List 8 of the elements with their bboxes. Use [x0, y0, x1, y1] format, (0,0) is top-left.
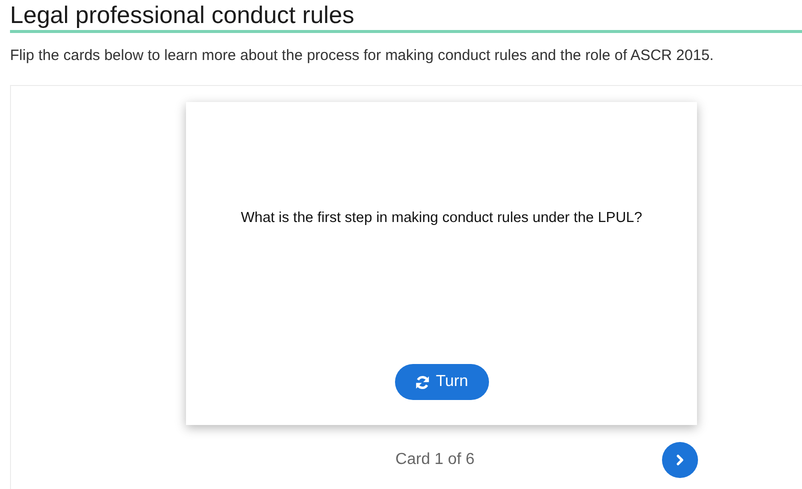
intro-text: Flip the cards below to learn more about the process for making conduct rules and the role of ASCR 2015. [10, 46, 715, 65]
sync-icon [414, 374, 430, 390]
card-question: What is the first step in making conduct rules under the LPUL? [240, 210, 642, 226]
page-title: Legal professional conduct rules [10, 0, 802, 33]
next-button[interactable] [662, 442, 698, 478]
turn-button[interactable]: Turn [394, 364, 488, 400]
card-counter: Card 1 of 6 [395, 451, 475, 469]
chevron-right-icon [674, 454, 686, 466]
